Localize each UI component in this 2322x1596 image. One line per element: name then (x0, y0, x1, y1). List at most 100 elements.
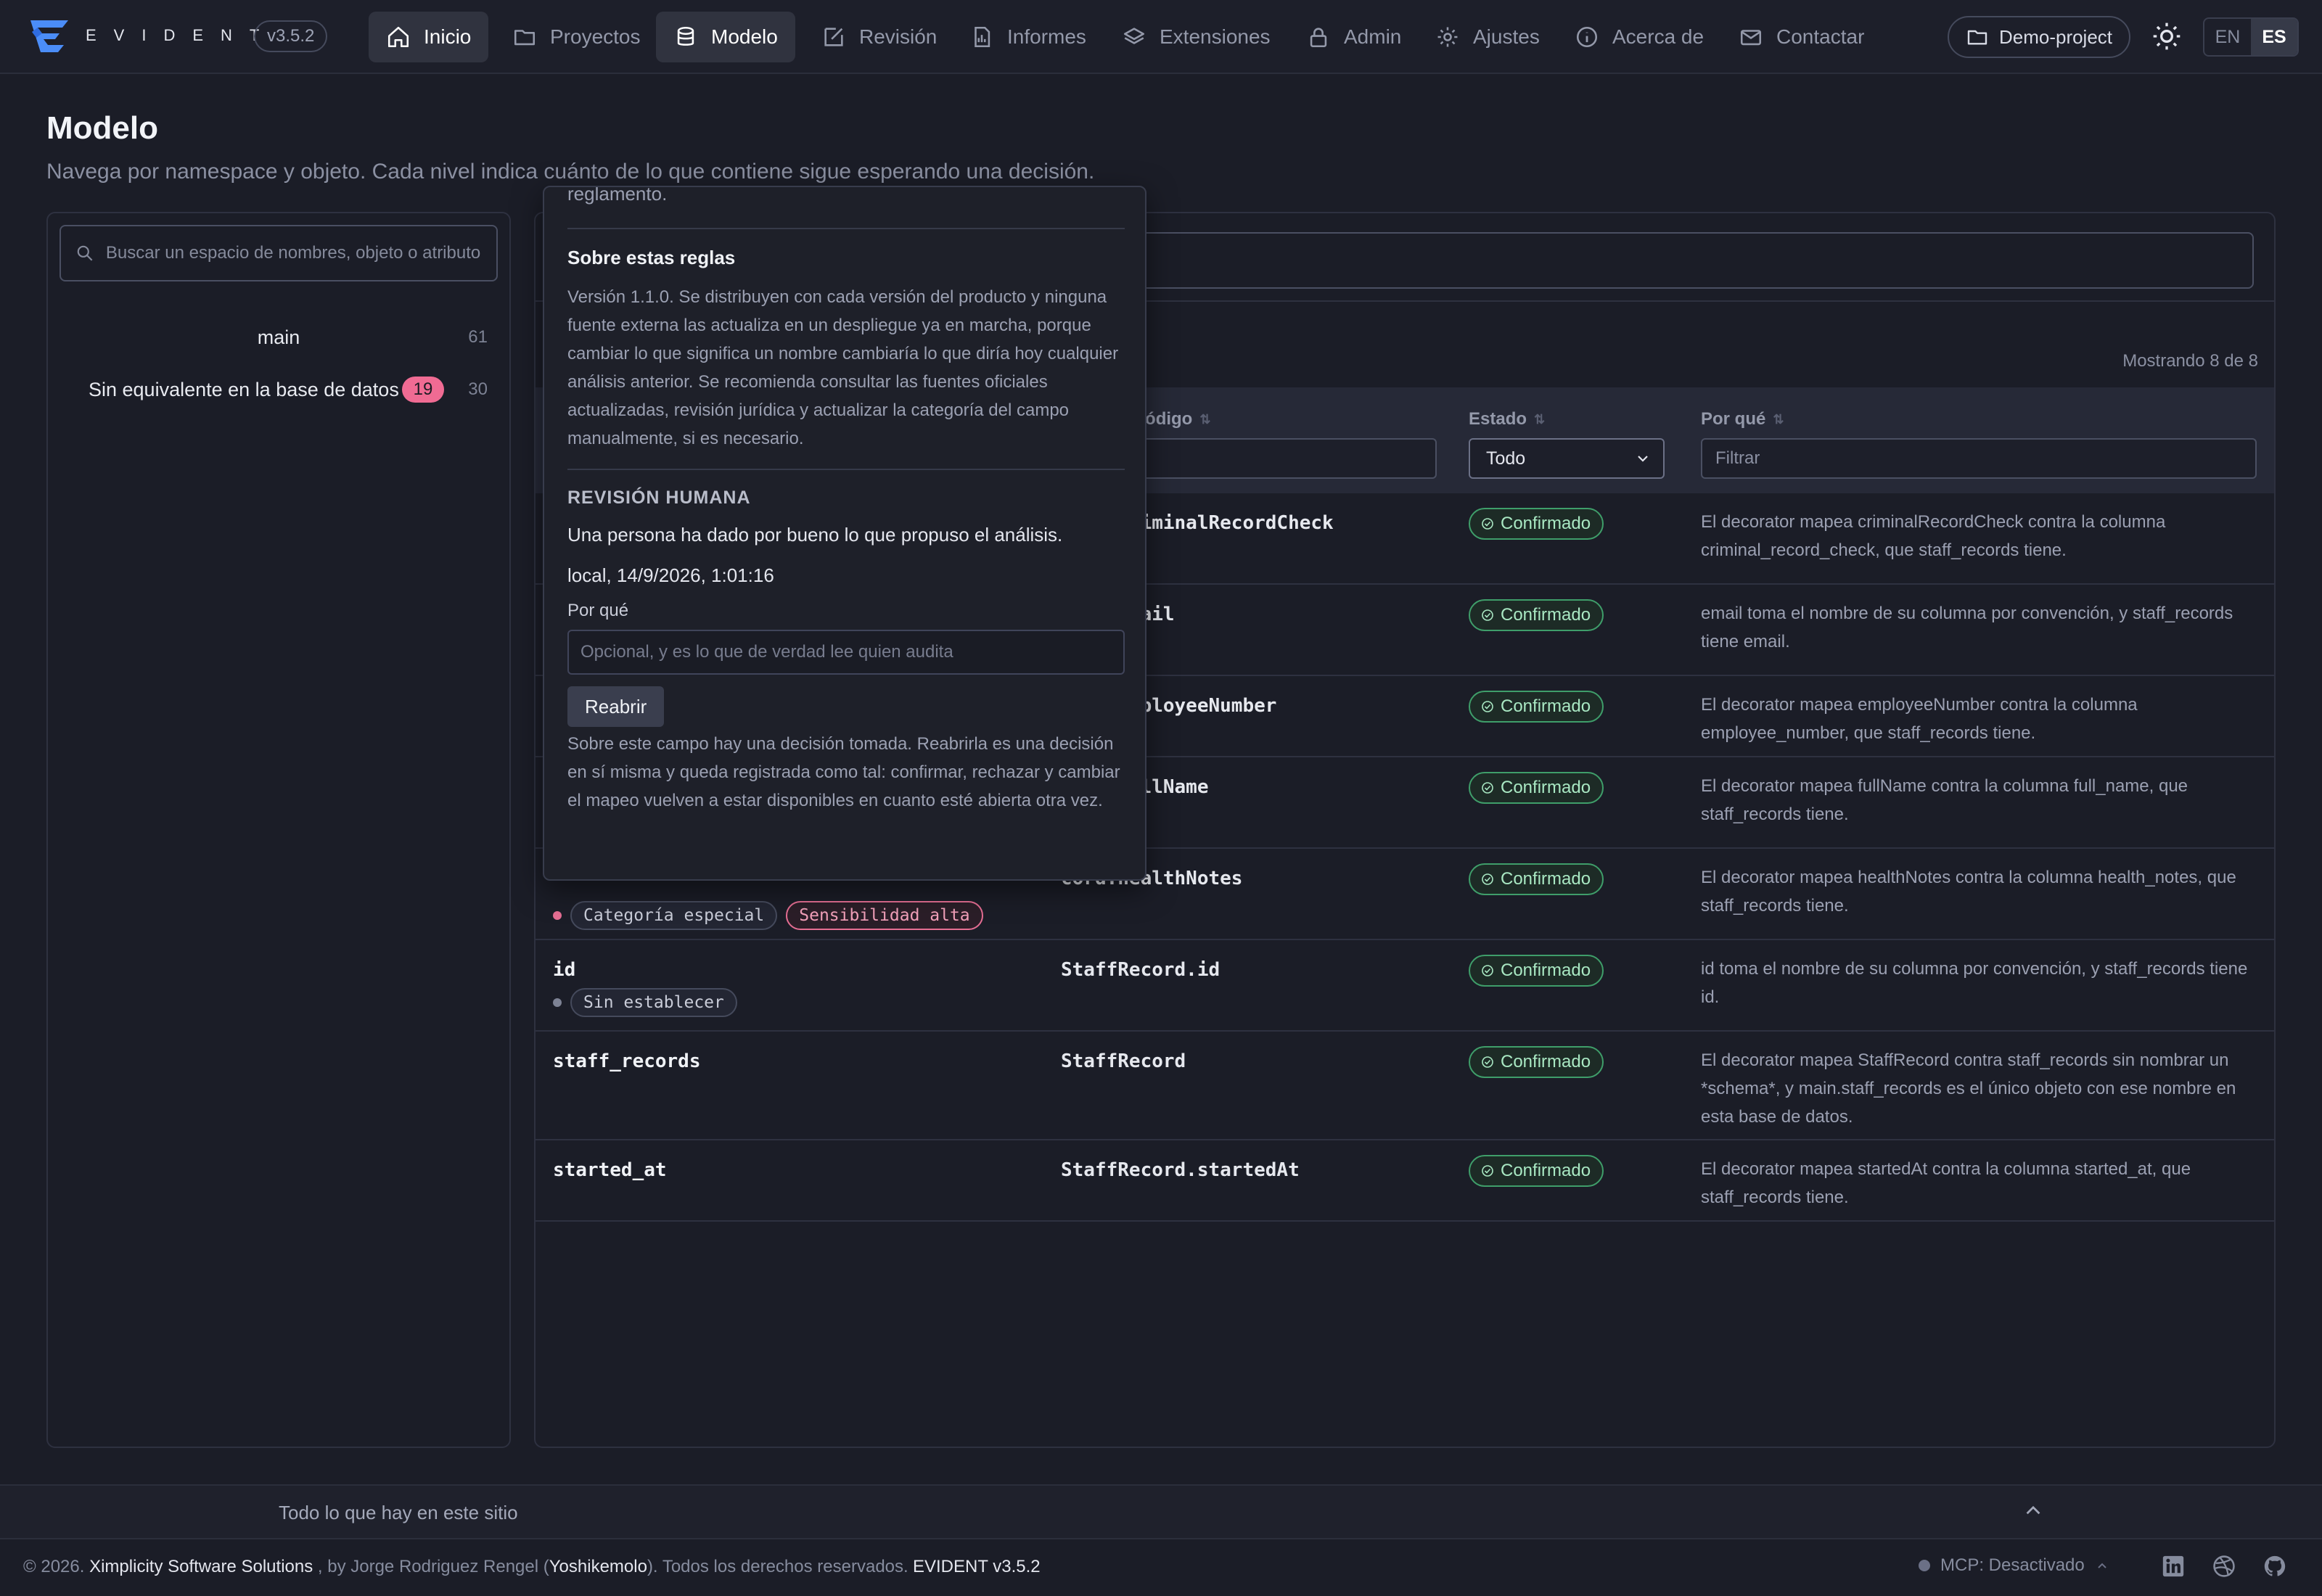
why-input[interactable] (580, 642, 1117, 662)
column-header-why[interactable]: Por qué ⇅ (1701, 409, 1784, 429)
code-reference: StaffRecord.startedAt (1061, 1159, 1300, 1181)
status-badge: Confirmado (1469, 691, 1604, 723)
mcp-status-label: MCP: Desactivado (1940, 1555, 2085, 1575)
tree-item-label: main (257, 326, 300, 348)
footer-version: EVIDENT v3.5.2 (913, 1557, 1041, 1576)
divider (567, 469, 1125, 470)
project-name: Demo-project (1998, 25, 2113, 48)
why-filter-input[interactable]: Filtrar (1701, 438, 2257, 479)
check-circle-icon (1482, 965, 1493, 976)
project-selector-button[interactable]: Demo-project (1948, 16, 2130, 58)
human-review-label: REVISIÓN HUMANA (567, 488, 751, 508)
edit-icon (824, 28, 843, 46)
nav-item-modelo[interactable]: Modelo (656, 12, 795, 62)
status-badge: Confirmado (1469, 772, 1604, 804)
status-badge: Confirmado (1469, 1046, 1604, 1078)
folder-icon (514, 30, 536, 46)
rules-description: Versión 1.1.0. Se distribuyen con cada v… (567, 287, 1119, 448)
lang-en-button[interactable]: EN (2204, 19, 2251, 55)
nav-item-contactar[interactable]: Contactar (1721, 12, 1882, 62)
mcp-status[interactable]: MCP: Desactivado (1919, 1555, 2109, 1576)
field-tags: Categoría especial Sensibilidad alta (553, 901, 983, 930)
mcp-status-dot (1919, 1560, 1930, 1571)
tree-item-main[interactable]: main 61 (60, 319, 498, 355)
sensitivity-dot (553, 911, 562, 920)
chevron-up-icon (2098, 1563, 2106, 1568)
top-navigation-bar: EVIDENT v3.5.2 Inicio Proyectos Modelo R… (0, 0, 2322, 74)
report-icon (975, 26, 990, 48)
nav-item-label: Informes (1007, 25, 1086, 48)
search-icon (77, 245, 93, 261)
nav-item-label: Revisión (859, 25, 938, 48)
reopen-button[interactable]: Reabrir (567, 686, 665, 727)
github-icon[interactable] (2262, 1554, 2287, 1579)
nav-item-admin[interactable]: Admin (1289, 12, 1419, 62)
review-timestamp: local, 14/9/2026, 1:01:16 (567, 564, 774, 586)
reason-text: El decorator mapea StaffRecord contra st… (1701, 1050, 2236, 1127)
nav-item-informes[interactable]: Informes (952, 12, 1104, 62)
sort-icon: ⇅ (1199, 411, 1211, 427)
status-label: Confirmado (1501, 514, 1591, 533)
nav-item-label: Admin (1344, 25, 1402, 48)
status-filter-select[interactable]: Todo (1469, 438, 1665, 479)
language-switcher: EN ES (2203, 17, 2299, 57)
nav-item-acerca-de[interactable]: Acerca de (1557, 12, 1721, 62)
status-label: Confirmado (1501, 869, 1591, 889)
nav-item-inicio[interactable]: Inicio (369, 12, 489, 62)
company-link[interactable]: Ximplicity Software Solutions (89, 1557, 313, 1576)
status-label: Confirmado (1501, 778, 1591, 797)
lang-es-button[interactable]: ES (2251, 19, 2297, 55)
column-header-label: Estado (1469, 409, 1527, 429)
field-details-popover: reglamento. Sobre estas reglas Versión 1… (543, 186, 1146, 881)
sun-icon (2153, 22, 2181, 50)
author-text: , by Jorge Rodriguez Rengel ( (317, 1557, 549, 1576)
reason-text: El decorator mapea startedAt contra la c… (1701, 1159, 2191, 1207)
tree-item-count: 61 (468, 327, 488, 347)
chevron-up-icon[interactable] (2023, 1500, 2043, 1521)
check-circle-icon (1482, 701, 1493, 712)
status-label: Confirmado (1501, 961, 1591, 980)
nav-item-label: Proyectos (550, 25, 641, 48)
results-count: Mostrando 8 de 8 (2122, 351, 2258, 371)
nav-item-label: Modelo (711, 25, 778, 48)
namespace-tree-panel: main 61 Sin equivalente en la base de da… (46, 212, 511, 1448)
status-badge: Confirmado (1469, 508, 1604, 540)
nav-item-proyectos[interactable]: Proyectos (495, 12, 658, 62)
chevron-down-icon (1638, 456, 1648, 462)
evident-logo[interactable] (28, 16, 71, 57)
nav-item-extensiones[interactable]: Extensiones (1104, 12, 1288, 62)
theme-toggle-button[interactable] (2151, 20, 2183, 52)
info-icon (1576, 26, 1598, 48)
code-reference: StaffRecord (1061, 1050, 1186, 1072)
nav-item-revision[interactable]: Revisión (804, 12, 954, 62)
author-handle-link[interactable]: Yoshikemolo (549, 1557, 647, 1576)
reason-text: El decorator mapea fullName contra la co… (1701, 776, 2188, 824)
site-contents-disclosure[interactable]: Todo lo que hay en este sitio (0, 1484, 2322, 1539)
reason-text: id toma el nombre de su columna por conv… (1701, 959, 2248, 1007)
nav-item-label: Contactar (1776, 25, 1865, 48)
tag-special-category: Categoría especial (570, 901, 778, 930)
column-header-status[interactable]: Estado ⇅ (1469, 409, 1545, 429)
status-label: Confirmado (1501, 1161, 1591, 1180)
tag-high-sensitivity: Sensibilidad alta (786, 901, 983, 930)
table-row[interactable]: started_at StaffRecord.startedAt Confirm… (536, 1140, 2274, 1222)
table-row[interactable]: staff_records StaffRecord Confirmado El … (536, 1032, 2274, 1140)
reason-text: El decorator mapea healthNotes contra la… (1701, 868, 2236, 916)
nav-item-label: Extensiones (1160, 25, 1271, 48)
nav-item-ajustes[interactable]: Ajustes (1418, 12, 1557, 62)
field-name: started_at (553, 1159, 667, 1181)
gear-icon (1437, 27, 1458, 47)
status-label: Confirmado (1501, 696, 1591, 716)
tree-search-input[interactable] (105, 243, 496, 263)
column-header-label: Por qué (1701, 409, 1766, 429)
status-badge: Confirmado (1469, 955, 1604, 987)
status-badge: Confirmado (1469, 1155, 1604, 1187)
copyright-text: © 2026. Ximplicity Software Solutions , … (23, 1557, 908, 1577)
table-row[interactable]: id StaffRecord.id Confirmado id toma el … (536, 940, 2274, 1032)
tree-item-unmatched[interactable]: Sin equivalente en la base de datos 19 3… (60, 371, 498, 408)
linkedin-icon[interactable] (2161, 1554, 2186, 1579)
check-circle-icon (1482, 873, 1493, 885)
dribbble-icon[interactable] (2212, 1554, 2236, 1579)
reason-text: El decorator mapea criminalRecordCheck c… (1701, 512, 2166, 560)
field-name: staff_records (553, 1050, 701, 1072)
